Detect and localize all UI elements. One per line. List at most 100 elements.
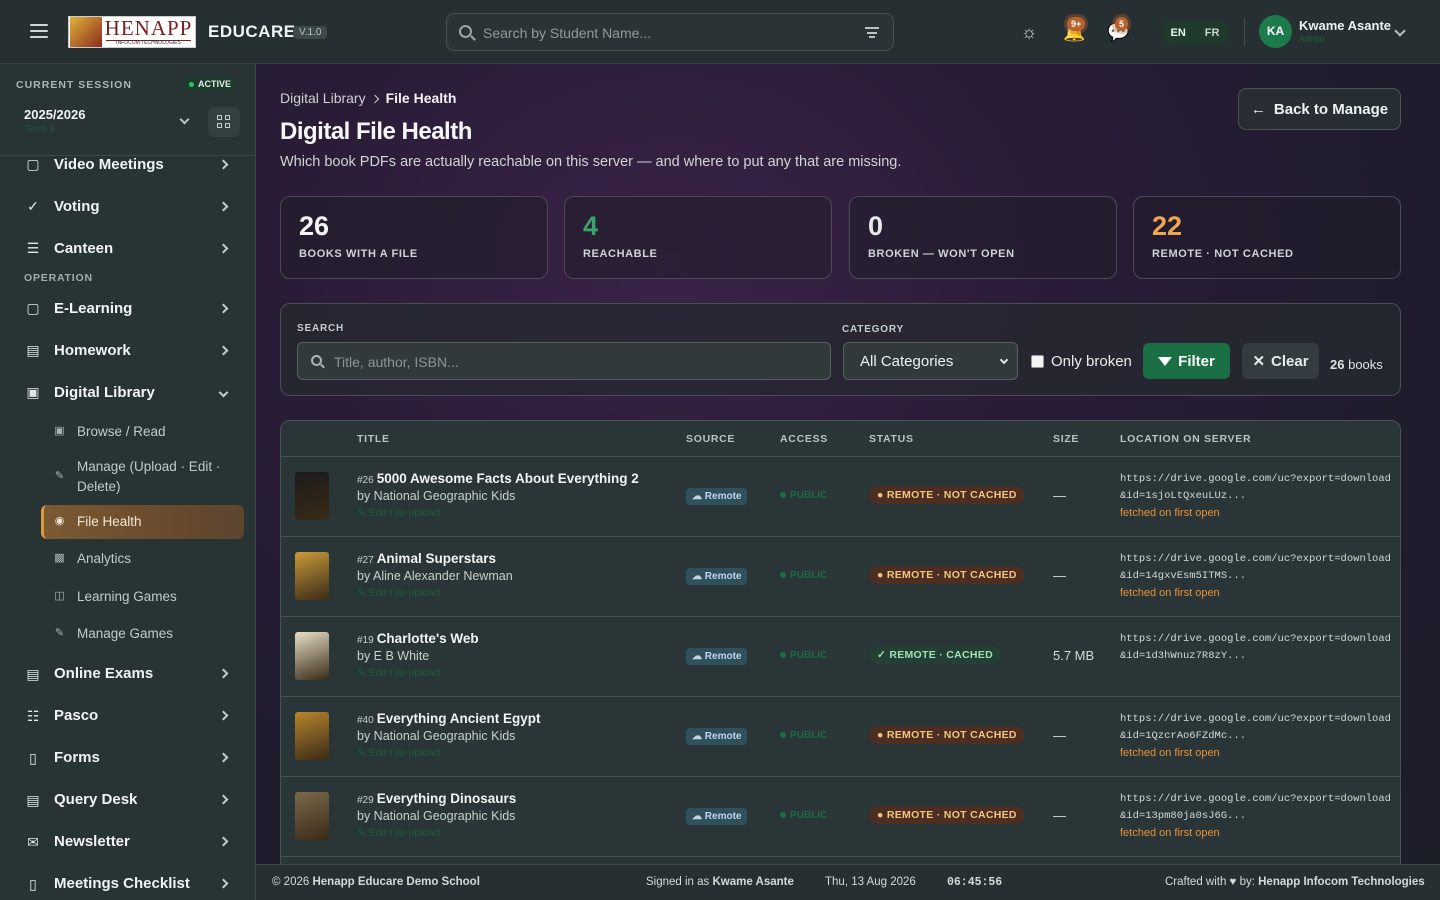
clear-button[interactable]: ✕ Clear <box>1242 343 1319 379</box>
lang-fr[interactable]: FR <box>1205 27 1220 39</box>
book-cover[interactable] <box>295 552 329 600</box>
language-switch: EN FR <box>1161 20 1229 46</box>
sidebar-item-pasco[interactable]: ☷ Pasco <box>0 695 255 737</box>
book-cover[interactable] <box>295 792 329 840</box>
sidebar-subitem-manage-games[interactable]: ✎ Manage Games <box>0 615 255 653</box>
close-icon: ✕ <box>1252 353 1266 370</box>
book-search-input[interactable] <box>334 352 814 372</box>
chevron-right-icon <box>370 94 379 104</box>
student-search-input[interactable] <box>483 22 843 44</box>
fetch-note: fetched on first open <box>1120 587 1220 599</box>
sidebar-item-voting[interactable]: ✓ Voting <box>0 185 255 227</box>
check-circle-icon: ◉ <box>54 514 65 527</box>
book-title[interactable]: #29 Everything Dinosaurs <box>357 791 516 806</box>
sidebar-item-query-desk[interactable]: ▤ Query Desk <box>0 779 255 821</box>
logo: HENAPP INFOCOM TECHNOLOGIES <box>68 16 196 48</box>
source-badge: ☁ Remote <box>686 808 748 825</box>
chevron-down-icon[interactable] <box>1394 25 1406 37</box>
book-author: by National Geographic Kids <box>357 729 516 743</box>
sidebar-subitem-learning-games[interactable]: ◫ Learning Games <box>0 578 255 616</box>
access-badge: PUBLIC <box>780 730 827 741</box>
only-broken-checkbox[interactable] <box>1031 355 1044 368</box>
monitor-icon: ▣ <box>26 384 40 400</box>
status-badge: ● REMOTE · NOT CACHED <box>869 566 1025 584</box>
user-name[interactable]: Kwame Asante <box>1299 18 1391 33</box>
book-title[interactable]: #19 Charlotte's Web <box>357 631 479 646</box>
file-size: — <box>1053 808 1066 823</box>
filter-panel: SEARCH CATEGORY All Categories Only brok… <box>280 303 1401 396</box>
sidebar-item-forms[interactable]: ▯ Forms <box>0 737 255 779</box>
session-year[interactable]: 2025/2026 <box>24 107 85 122</box>
chevron-down-icon <box>999 355 1009 365</box>
book-cover[interactable] <box>295 712 329 760</box>
file-size: — <box>1053 488 1066 503</box>
main-content: Digital Library File Health Digital File … <box>256 64 1440 864</box>
book-title[interactable]: #40 Everything Ancient Egypt <box>357 711 540 726</box>
edit-reupload-link[interactable]: ✎ Edit / re-upload <box>357 747 440 759</box>
sidebar-item-video-meetings[interactable]: ▢ Video Meetings <box>0 143 255 185</box>
footer-signed-in: Signed in as Kwame Asante <box>646 876 794 888</box>
fetch-note: fetched on first open <box>1120 827 1220 839</box>
result-count: 26 books <box>1330 357 1383 372</box>
page-title: Digital File Health <box>280 118 472 145</box>
book-title[interactable]: #26 5000 Awesome Facts About Everything 2 <box>357 471 639 486</box>
filter-button[interactable]: Filter <box>1143 343 1230 379</box>
top-bar: HENAPP INFOCOM TECHNOLOGIES EDUCARE V.1.0… <box>0 0 1440 64</box>
sidebar-item-e-learning[interactable]: ▢ E-Learning <box>0 287 255 329</box>
edit-reupload-link[interactable]: ✎ Edit / re-upload <box>357 667 440 679</box>
sidebar-subitem-analytics[interactable]: ▩ Analytics <box>0 540 255 578</box>
sidebar-subitem-browse-read[interactable]: ▣ Browse / Read <box>0 413 255 451</box>
version-badge: V.1.0 <box>293 26 328 39</box>
sidebar-subitem-file-health[interactable]: ◉ File Health <box>0 503 255 541</box>
grid-icon[interactable] <box>208 107 240 137</box>
sidebar-subitem-manage[interactable]: ✎ Manage (Upload · Edit · Delete) <box>0 451 255 503</box>
status-badge: ✓ REMOTE · CACHED <box>869 646 1001 664</box>
status-badge: ● REMOTE · NOT CACHED <box>869 486 1025 504</box>
category-select[interactable]: All Categories <box>843 342 1018 380</box>
book-cover[interactable] <box>295 472 329 520</box>
sidebar-item-online-exams[interactable]: ▤ Online Exams <box>0 653 255 695</box>
chevron-down-icon[interactable] <box>179 114 190 125</box>
file-size: — <box>1053 728 1066 743</box>
menu-icon[interactable] <box>30 24 48 38</box>
only-broken-label[interactable]: Only broken <box>1051 353 1132 370</box>
book-icon: ☷ <box>26 707 40 724</box>
col-source: SOURCE <box>686 433 736 445</box>
sidebar-item-meetings-checklist[interactable]: ▯ Meetings Checklist <box>0 863 255 900</box>
breadcrumb: Digital Library File Health <box>280 90 456 106</box>
theme-toggle-icon[interactable]: ☼ <box>1019 22 1039 42</box>
access-badge: PUBLIC <box>780 570 827 581</box>
sidebar-item-canteen[interactable]: ☰ Canteen <box>0 227 255 269</box>
table-row: #19 Charlotte's Web by E B White ✎ Edit / r… <box>281 617 1400 697</box>
edit-reupload-link[interactable]: ✎ Edit / re-upload <box>357 827 440 839</box>
back-to-manage-button[interactable]: ← Back to Manage <box>1238 88 1401 130</box>
book-cover[interactable] <box>295 632 329 680</box>
sidebar-item-newsletter[interactable]: ✉ Newsletter <box>0 821 255 863</box>
chevron-right-icon <box>218 794 229 805</box>
edit-reupload-link[interactable]: ✎ Edit / re-upload <box>357 507 440 519</box>
stat-card-reachable: 4 REACHABLE <box>564 196 832 279</box>
server-location: https://drive.google.com/uc?export=downl… <box>1120 711 1391 762</box>
breadcrumb-parent[interactable]: Digital Library <box>280 90 366 106</box>
session-status-badge: ACTIVE <box>184 77 237 91</box>
avatar[interactable]: KA <box>1259 15 1292 48</box>
table-row: #40 Everything Ancient Egypt by National G… <box>281 697 1400 777</box>
user-role: Admin <box>1299 34 1325 44</box>
book-title[interactable]: #27 Animal Superstars <box>357 551 496 566</box>
file-size: — <box>1053 568 1066 583</box>
access-badge: PUBLIC <box>780 650 827 661</box>
col-location: LOCATION ON SERVER <box>1120 433 1252 445</box>
server-location: https://drive.google.com/uc?export=downl… <box>1120 471 1391 522</box>
chevron-right-icon <box>218 303 229 313</box>
sidebar-item-digital-library[interactable]: ▣ Digital Library <box>0 371 255 413</box>
edit-icon: ✎ <box>54 470 65 482</box>
book-search-field <box>297 342 831 380</box>
source-badge: ☁ Remote <box>686 728 748 745</box>
lang-en[interactable]: EN <box>1171 27 1186 39</box>
sidebar-item-homework[interactable]: ▤ Homework <box>0 329 255 371</box>
filter-lines-icon[interactable] <box>865 27 879 38</box>
chevron-right-icon <box>218 710 229 721</box>
edit-reupload-link[interactable]: ✎ Edit / re-upload <box>357 587 440 599</box>
student-search <box>446 13 894 51</box>
stat-label: REACHABLE <box>583 248 658 260</box>
